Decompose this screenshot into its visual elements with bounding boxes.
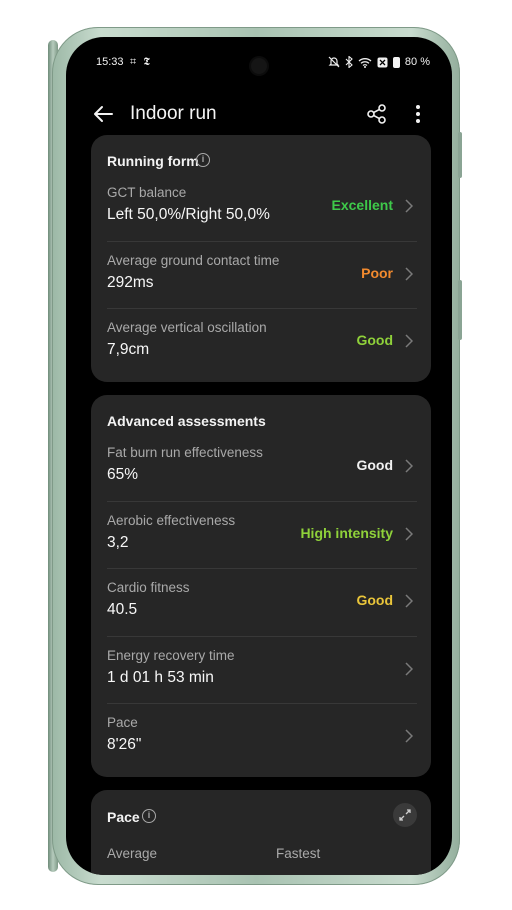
row-value: 1 d 01 h 53 min (107, 669, 214, 686)
mute-icon (328, 56, 340, 68)
row-label: Energy recovery time (107, 648, 235, 663)
pace-fastest-label: Fastest (276, 846, 321, 861)
chevron-right-icon (405, 527, 413, 541)
pace-average-label: Average (107, 846, 158, 861)
row-pace[interactable]: Pace 8'26" (107, 705, 417, 772)
info-icon[interactable]: i (196, 153, 210, 167)
volume-button (458, 132, 462, 178)
chevron-right-icon (405, 594, 413, 608)
back-arrow-icon[interactable] (92, 103, 114, 125)
chevron-right-icon (405, 199, 413, 213)
share-icon[interactable] (366, 103, 388, 125)
chevron-right-icon (405, 267, 413, 281)
row-value: 7,9cm (107, 341, 150, 358)
divider (107, 636, 417, 637)
row-label: Pace (107, 715, 138, 730)
row-rating: Good (356, 332, 393, 348)
row-gct-balance[interactable]: GCT balance Left 50,0%/Right 50,0% Excel… (107, 175, 417, 242)
divider (107, 308, 417, 309)
row-rating: High intensity (300, 525, 393, 541)
row-value: 8'26" (107, 736, 142, 753)
chevron-right-icon (405, 459, 413, 473)
info-icon[interactable]: i (142, 809, 156, 823)
row-rating: Poor (361, 265, 393, 281)
bluetooth-icon (345, 56, 353, 68)
battery-icon (392, 56, 400, 68)
divider (107, 703, 417, 704)
row-rating: Excellent (331, 197, 393, 213)
row-rating: Good (356, 592, 393, 608)
wifi-icon (358, 57, 372, 68)
row-value: 65% (107, 466, 139, 483)
pace-card: Pace i Average Fastest (91, 790, 431, 875)
expand-button[interactable] (393, 803, 417, 827)
running-form-title: Running form (107, 153, 199, 169)
row-label: Average ground contact time (107, 253, 280, 268)
app-bar: Indoor run (66, 99, 452, 131)
row-label: GCT balance (107, 185, 187, 200)
row-cardio-fitness[interactable]: Cardio fitness 40.5 Good (107, 570, 417, 637)
row-value: 292ms (107, 274, 154, 291)
chevron-right-icon (405, 334, 413, 348)
divider (107, 568, 417, 569)
divider (107, 241, 417, 242)
row-rating: Good (356, 457, 393, 473)
row-label: Fat burn run effectiveness (107, 445, 263, 460)
notification-icons: ⌗ 𝕿 (130, 56, 153, 68)
row-label: Aerobic effectiveness (107, 513, 236, 528)
front-camera (251, 58, 267, 74)
power-button (458, 280, 462, 340)
row-label: Cardio fitness (107, 580, 190, 595)
row-aerobic-effectiveness[interactable]: Aerobic effectiveness 3,2 High intensity (107, 503, 417, 570)
chevron-right-icon (405, 729, 413, 743)
battery-level: 80 % (404, 56, 430, 68)
status-time: 15:33 (96, 56, 124, 68)
chevron-right-icon (405, 662, 413, 676)
battery-saver-icon (377, 57, 388, 67)
row-vertical-oscillation[interactable]: Average vertical oscillation 7,9cm Good (107, 310, 417, 377)
advanced-assessments-card: Advanced assessments Fat burn run effect… (91, 395, 431, 777)
phone-screen: 15:33 ⌗ 𝕿 80 % Indoor run Running form i… (66, 37, 452, 875)
row-value: Left 50,0%/Right 50,0% (107, 206, 270, 223)
page-title: Indoor run (130, 103, 217, 124)
row-value: 3,2 (107, 534, 129, 551)
row-ground-contact-time[interactable]: Average ground contact time 292ms Poor (107, 243, 417, 310)
expand-icon (399, 809, 411, 821)
running-form-card: Running form i GCT balance Left 50,0%/Ri… (91, 135, 431, 382)
advanced-assessments-title: Advanced assessments (107, 413, 266, 429)
row-label: Average vertical oscillation (107, 320, 267, 335)
row-energy-recovery-time[interactable]: Energy recovery time 1 d 01 h 53 min (107, 638, 417, 705)
pace-title: Pace (107, 809, 140, 825)
more-options-icon[interactable] (410, 102, 426, 126)
row-value: 40.5 (107, 601, 138, 618)
divider (107, 501, 417, 502)
row-fat-burn[interactable]: Fat burn run effectiveness 65% Good (107, 435, 417, 502)
